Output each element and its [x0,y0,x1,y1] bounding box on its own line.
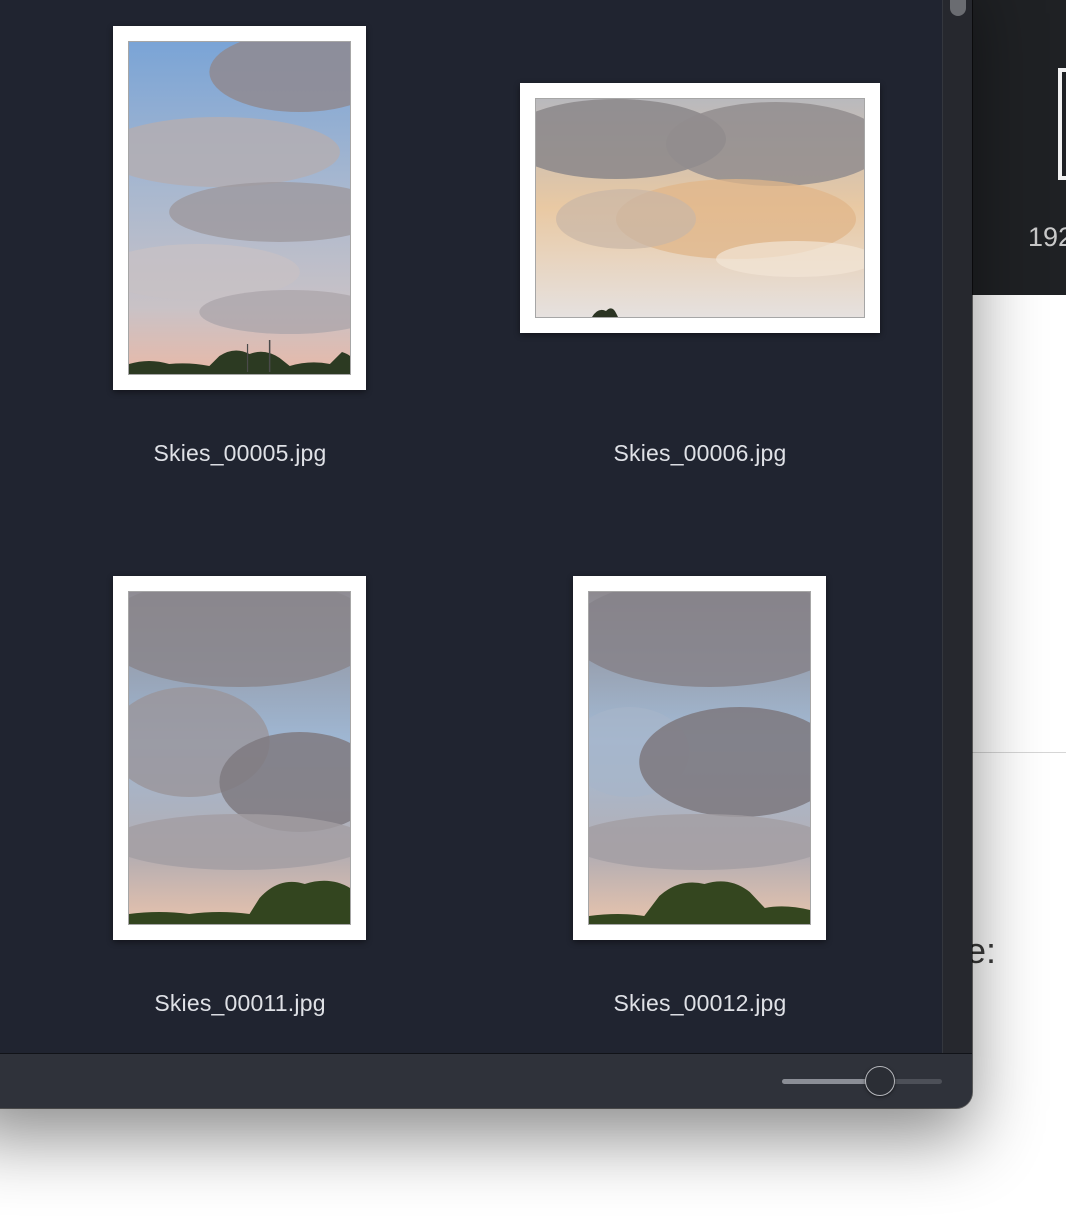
image-thumbnail-icon[interactable] [113,26,366,390]
background-image-frame [1058,68,1066,180]
sky-photo-preview [535,98,865,318]
background-app-header: 192 [960,0,1066,295]
sky-photo-preview [128,591,351,925]
file-name-label[interactable]: Skies_00012.jpg [470,990,930,1017]
sky-photo-preview [588,591,811,925]
slider-knob[interactable] [865,1066,895,1096]
vertical-scrollbar[interactable] [942,0,972,1053]
file-name-label[interactable]: Skies_00006.jpg [470,440,930,467]
image-thumbnail-icon[interactable] [573,576,826,940]
sky-photo-preview [128,41,351,375]
file-name-label[interactable]: Skies_00011.jpg [10,990,470,1017]
icon-view-content[interactable]: Skies_00005.jpg Skies_00006.jpg Skies_00… [0,0,942,1053]
background-dimension-text: 192 [1028,222,1066,252]
image-thumbnail-icon[interactable] [520,83,880,333]
icon-size-slider[interactable] [782,1066,942,1096]
background-divider [972,752,1066,753]
finder-window: Skies_00005.jpg Skies_00006.jpg Skies_00… [0,0,972,1108]
image-thumbnail-icon[interactable] [113,576,366,940]
status-bar [0,1053,972,1108]
scrollbar-thumb[interactable] [950,0,966,16]
file-name-label[interactable]: Skies_00005.jpg [10,440,470,467]
